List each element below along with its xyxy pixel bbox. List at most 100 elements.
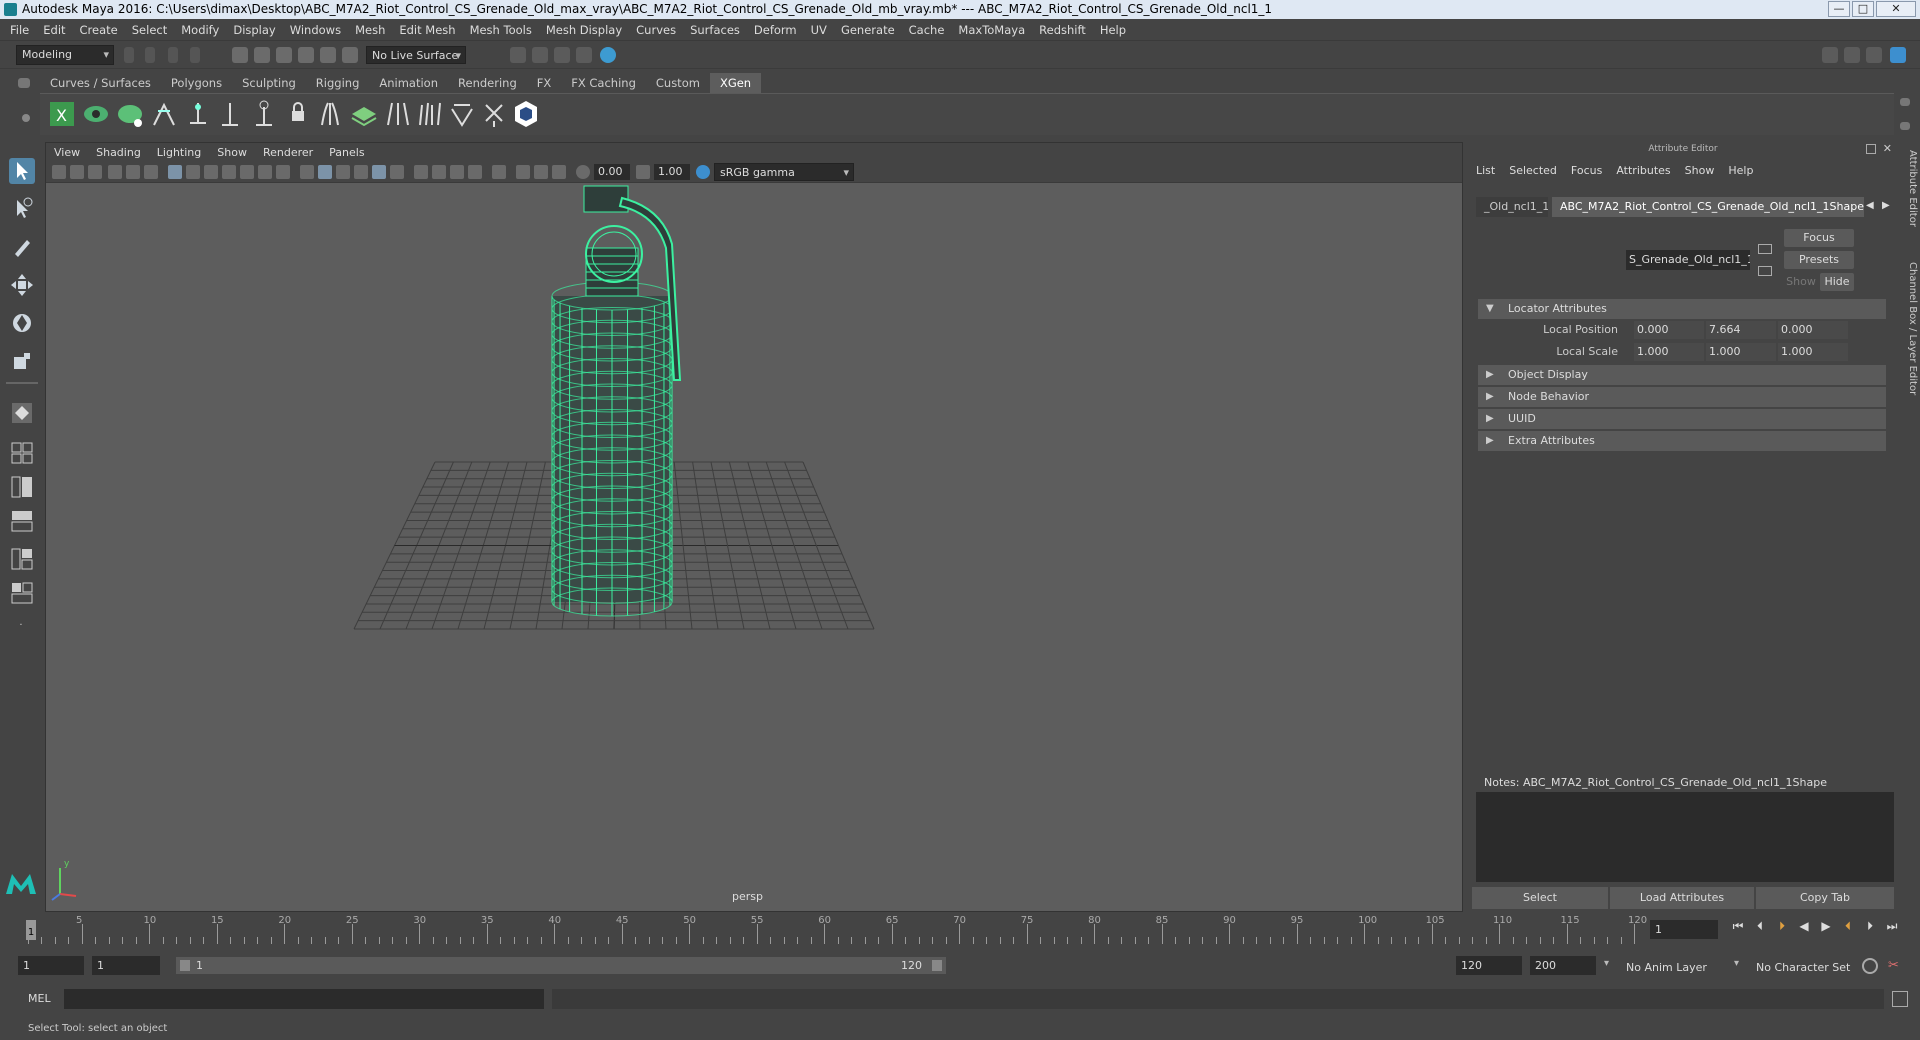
shading-group-icon[interactable] [1758,266,1772,276]
mode-dropdown[interactable]: Modeling [16,45,114,65]
layout-hypershade-icon[interactable] [9,546,35,572]
range-start-handle[interactable] [180,960,190,971]
channel-box-icon[interactable] [1866,47,1882,63]
menu-display[interactable]: Display [233,23,275,37]
undo-icon[interactable] [168,47,178,63]
paint-select-tool-icon[interactable] [9,234,35,260]
gamma-icon[interactable] [636,165,650,179]
gate-mask-icon[interactable] [222,165,236,179]
guide-length-icon[interactable] [250,99,278,129]
range-end-handle[interactable] [932,960,942,971]
place-guides-icon[interactable] [150,99,178,129]
layout-persp-outliner-icon[interactable] [9,474,35,500]
local-scale-x-field[interactable]: 1.000 [1634,343,1704,361]
tab-xgen[interactable]: XGen [709,73,762,93]
start-time-field[interactable]: 1 [18,956,84,975]
ae-menu-attributes[interactable]: Attributes [1616,164,1670,177]
shelf-scroll-up-icon[interactable] [1900,98,1910,106]
snap-surface-icon[interactable] [342,47,358,63]
local-position-x-field[interactable]: 0.000 [1634,321,1704,339]
ae-close-icon[interactable]: ✕ [1883,142,1892,155]
xgen-editor-icon[interactable]: X [48,99,76,129]
hypershade-icon[interactable] [600,47,616,63]
comb-icon[interactable] [416,99,444,129]
select-button[interactable]: Select [1472,887,1608,909]
layers-icon[interactable] [350,99,378,129]
tab-polygons[interactable]: Polygons [161,73,232,93]
menu-curves[interactable]: Curves [636,23,676,37]
section-extra-attributes[interactable]: ▶ Extra Attributes [1478,431,1886,451]
depth-of-field-icon[interactable] [468,165,482,179]
exposure-field[interactable]: 0.00 [594,164,630,180]
film-gate-icon[interactable] [186,165,200,179]
menu-redshift[interactable]: Redshift [1039,23,1086,37]
guides-to-curves-icon[interactable] [316,99,344,129]
lock-guides-icon[interactable] [284,99,312,129]
layout-uv-editor-icon[interactable] [9,580,35,606]
go-to-start-icon[interactable]: ⏮ [1730,918,1746,934]
load-attributes-button[interactable]: Load Attributes [1610,887,1754,909]
cut-icon[interactable] [448,99,476,129]
section-locator-attributes[interactable]: ▼ Locator Attributes [1478,299,1886,319]
menu-modify[interactable]: Modify [181,23,219,37]
vp-menu-renderer[interactable]: Renderer [263,146,313,159]
range-slider[interactable]: 1 120 [176,957,946,974]
toolbox-expand-icon[interactable]: · [14,620,28,634]
color-space-dropdown[interactable]: sRGB gamma [714,163,854,181]
step-forward-icon[interactable]: ⏵ [1862,918,1878,934]
ae-tab-prev-icon[interactable]: ◀ [1866,200,1874,211]
select-tool-icon[interactable] [9,158,35,184]
menu-deform[interactable]: Deform [754,23,797,37]
xgen-hex-icon[interactable] [512,99,540,129]
viewport-persp[interactable]: y persp [46,184,1462,911]
live-surface-field[interactable]: No Live Surface [366,46,466,64]
select-by-component-icon[interactable] [254,47,270,63]
exposure-icon[interactable] [576,165,590,179]
textured-icon[interactable] [354,165,368,179]
select-camera-icon[interactable] [52,165,66,179]
redo-icon[interactable] [190,47,200,63]
image-plane-icon[interactable] [108,165,122,179]
minimize-button[interactable]: — [1828,1,1850,17]
layout-persp-graph-icon[interactable] [9,508,35,534]
playback-start-field[interactable]: 1 [92,956,160,975]
2d-pan-zoom-icon[interactable] [126,165,140,179]
grease-pencil-icon[interactable] [144,165,158,179]
ae-menu-list[interactable]: List [1476,164,1495,177]
local-position-y-field[interactable]: 7.664 [1706,321,1776,339]
vp-menu-view[interactable]: View [54,146,80,159]
gamma-field[interactable]: 1.00 [654,164,690,180]
cmd-language-label[interactable]: MEL [28,992,51,1005]
sculpt-guides-icon[interactable] [216,99,244,129]
step-back-icon[interactable]: ⏴ [1752,918,1768,934]
shadows-icon[interactable] [390,165,404,179]
workspace-icon[interactable] [1822,47,1838,63]
create-description-icon[interactable] [116,99,144,129]
tab-rigging[interactable]: Rigging [306,73,370,93]
shelf-scroll-down-icon[interactable] [1900,122,1910,130]
xgen-preview-icon[interactable] [82,99,110,129]
scale-tool-icon[interactable] [9,348,35,374]
auto-key-icon[interactable] [1862,958,1878,974]
color-management-icon[interactable] [696,165,710,179]
render-frame-icon[interactable] [510,47,526,63]
step-back-key-icon[interactable]: ⏵ [1774,918,1790,934]
isolate-select-icon[interactable] [492,165,506,179]
groom-brush-icon[interactable] [384,99,412,129]
section-node-behavior[interactable]: ▶ Node Behavior [1478,387,1886,407]
tab-rendering[interactable]: Rendering [448,73,527,93]
xray-active-icon[interactable] [534,165,548,179]
animation-prefs-icon[interactable]: ✂ [1888,958,1904,974]
save-icon[interactable] [145,47,155,63]
ae-menu-show[interactable]: Show [1685,164,1715,177]
lasso-tool-icon[interactable] [9,196,35,222]
snap-point-icon[interactable] [320,47,336,63]
delete-guides-icon[interactable] [480,99,508,129]
xray-icon[interactable] [516,165,530,179]
tab-fx-caching[interactable]: FX Caching [561,73,646,93]
use-all-lights-icon[interactable] [372,165,386,179]
anti-aliasing-icon[interactable] [450,165,464,179]
menu-help[interactable]: Help [1100,23,1126,37]
render-sequence-icon[interactable] [532,47,548,63]
select-by-hierarchy-icon[interactable] [232,47,248,63]
